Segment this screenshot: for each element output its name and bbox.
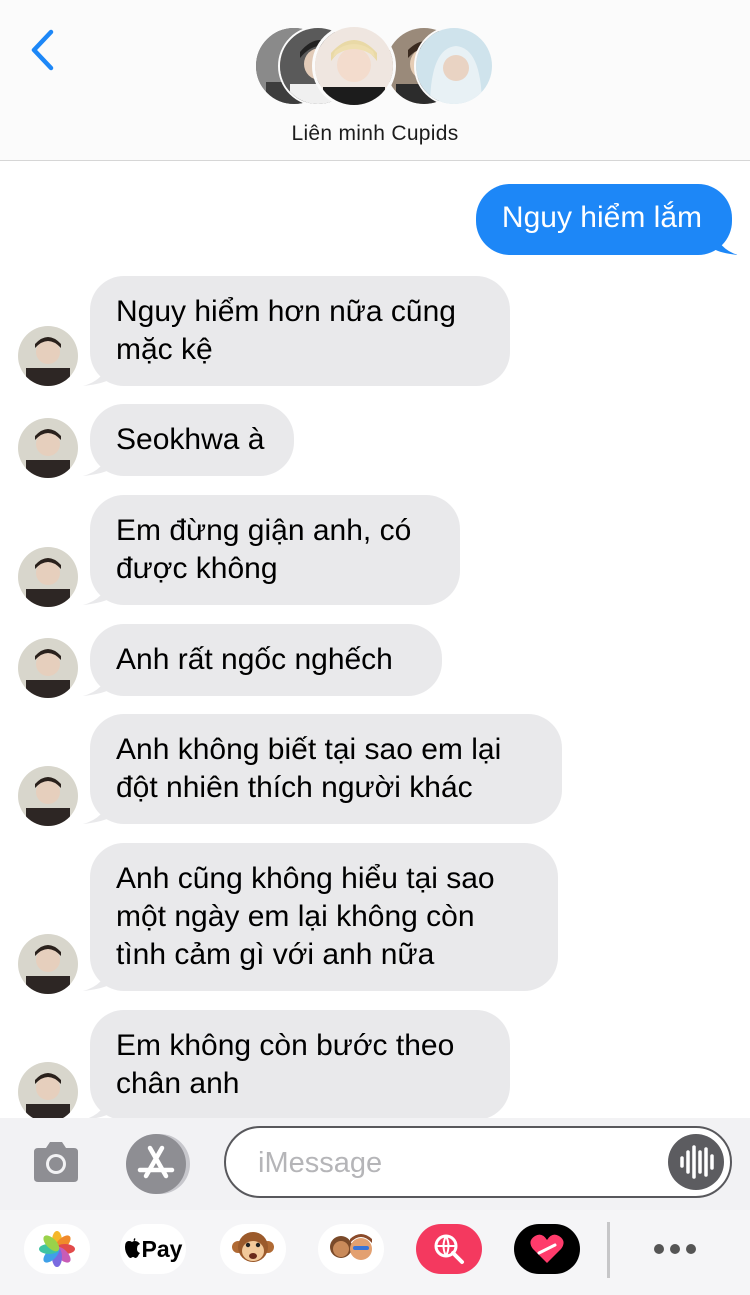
waveform-icon — [680, 1145, 714, 1179]
message-text: Nguy hiểm lắm — [501, 201, 702, 234]
camera-icon — [34, 1142, 78, 1182]
camera-button[interactable] — [30, 1136, 82, 1188]
digital-touch-icon — [530, 1234, 564, 1263]
app-store-button[interactable] — [126, 1134, 186, 1194]
bubble-tail — [83, 360, 109, 386]
message-input[interactable] — [256, 1140, 660, 1186]
incoming-message-bubble[interactable]: Anh cũng không hiểu tại sao một ngày em … — [83, 843, 558, 991]
message-text: Anh không biết tại sao em lại đột nhiên … — [116, 733, 502, 804]
image-search-button[interactable] — [416, 1224, 482, 1274]
more-icon — [654, 1244, 696, 1254]
message-text: Em không còn bước theo chân anh — [116, 1029, 455, 1100]
apple-pay-label: Pay — [141, 1235, 183, 1262]
photos-app-button[interactable] — [24, 1224, 90, 1274]
group-member-avatar — [312, 24, 396, 108]
memoji-button[interactable] — [318, 1224, 384, 1274]
incoming-message-bubble[interactable]: Em đừng giận anh, có được không — [83, 495, 460, 605]
chevron-left-icon — [31, 29, 54, 71]
photos-app-icon — [39, 1231, 75, 1267]
drawer-divider — [607, 1222, 610, 1278]
message-text: Anh rất ngốc nghếch — [116, 643, 393, 676]
message-text: Anh cũng không hiểu tại sao một ngày em … — [116, 862, 495, 971]
bubble-tail — [83, 1094, 109, 1120]
message-input-field[interactable] — [224, 1126, 732, 1198]
bubble-tail — [83, 450, 109, 476]
sender-avatar[interactable] — [18, 1062, 78, 1122]
conversation-header: Liên minh Cupids — [0, 0, 750, 161]
bubble-tail — [83, 965, 109, 991]
sender-avatar[interactable] — [18, 547, 78, 607]
message-text: Em đừng giận anh, có được không — [116, 514, 412, 585]
app-drawer: Pay — [0, 1210, 750, 1295]
audio-message-button[interactable] — [668, 1134, 724, 1190]
bubble-tail — [83, 579, 109, 605]
more-apps-button[interactable] — [642, 1224, 708, 1274]
composer-bar — [0, 1118, 750, 1210]
digital-touch-button[interactable] — [514, 1224, 580, 1274]
incoming-message-bubble[interactable]: Nguy hiểm hơn nữa cũng mặc kệ — [83, 276, 510, 386]
image-search-icon — [434, 1234, 464, 1264]
group-avatars[interactable] — [254, 24, 496, 108]
app-store-icon — [137, 1145, 175, 1179]
outgoing-message-bubble[interactable]: Nguy hiểm lắm — [475, 184, 738, 255]
bubble-tail — [83, 670, 109, 696]
apple-pay-button[interactable]: Pay — [120, 1224, 186, 1274]
bubble-tail — [714, 229, 738, 255]
incoming-message-bubble[interactable]: Anh rất ngốc nghếch — [83, 624, 442, 696]
sender-avatar[interactable] — [18, 934, 78, 994]
bubble-tail — [83, 798, 109, 824]
sender-avatar[interactable] — [18, 418, 78, 478]
sender-avatar[interactable] — [18, 766, 78, 826]
group-name[interactable]: Liên minh Cupids — [0, 122, 750, 146]
animoji-button[interactable] — [220, 1224, 286, 1274]
sender-avatar[interactable] — [18, 326, 78, 386]
apple-pay-icon — [124, 1238, 140, 1258]
sender-avatar[interactable] — [18, 638, 78, 698]
animoji-monkey-icon — [232, 1232, 274, 1262]
memoji-icon — [330, 1234, 372, 1260]
incoming-message-bubble[interactable]: Seokhwa à — [83, 404, 294, 476]
back-button[interactable] — [22, 26, 62, 74]
incoming-message-bubble[interactable]: Anh không biết tại sao em lại đột nhiên … — [83, 714, 562, 824]
group-member-avatar — [414, 26, 494, 106]
message-text: Nguy hiểm hơn nữa cũng mặc kệ — [116, 295, 456, 366]
incoming-message-bubble[interactable]: Em không còn bước theo chân anh — [83, 1010, 510, 1120]
message-text: Seokhwa à — [116, 423, 265, 456]
